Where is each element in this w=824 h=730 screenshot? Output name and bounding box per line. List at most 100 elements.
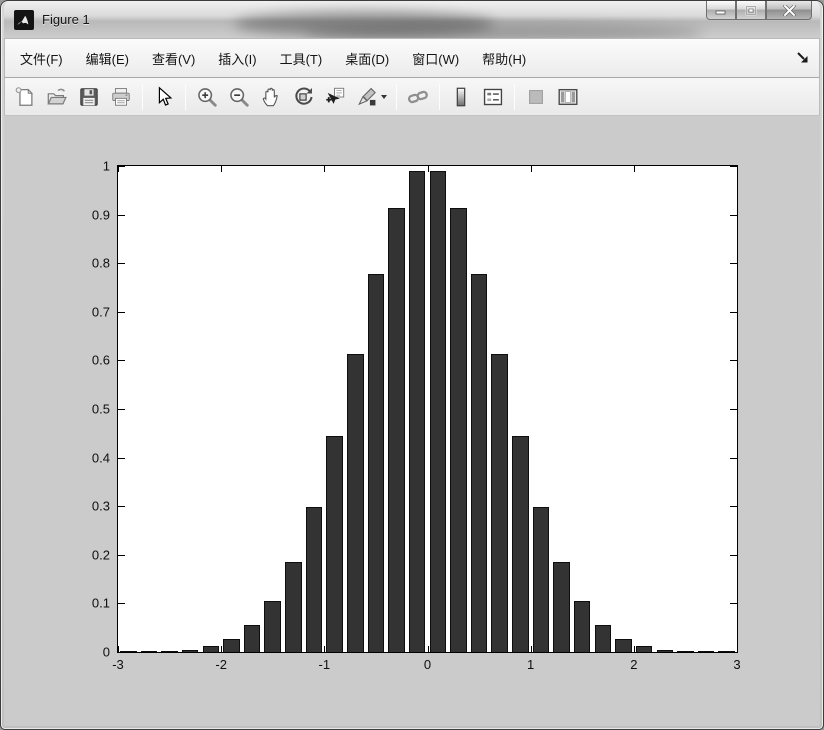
rotate-3d-button[interactable] [288,83,318,111]
bar [223,639,240,652]
bar [203,646,220,652]
x-tick-label: -1 [319,657,331,672]
toolbar-separator [185,84,186,110]
bar [657,650,674,652]
figure-window: Figure 1 文件(F)编辑(E)查看(V)插入(I)工具(T)桌面(D)窗… [0,0,824,730]
bar [368,274,385,652]
y-axis-tick-right [730,555,737,556]
bar [615,639,632,652]
y-axis-tick-right [730,360,737,361]
new-figure-button[interactable] [10,83,40,111]
bar [141,651,158,652]
y-tick-label: 0.4 [92,450,110,465]
y-axis-tick-right [730,458,737,459]
bar [533,507,550,652]
scan-artifact [304,23,704,38]
menu-item-help[interactable]: 帮助(H) [473,44,535,73]
scan-artifact [234,11,494,37]
x-tick-label: 0 [424,657,431,672]
data-cursor-button[interactable] [320,83,350,111]
y-axis-tick-right [730,312,737,313]
toolbar-separator [396,84,397,110]
link-plot-button[interactable] [403,83,433,111]
x-axis-tick [221,646,222,652]
y-axis-tick-right [730,506,737,507]
bar [264,601,281,652]
bar [677,651,694,652]
y-axis-tick [118,360,125,361]
menu-item-tools[interactable]: 工具(T) [271,44,332,73]
colorbar-icon [450,86,472,108]
insert-colorbar-button[interactable] [446,83,476,111]
bar [471,274,488,652]
y-axis-tick-right [730,409,737,410]
axes-plot-area[interactable]: -3-2-1012300.10.20.30.40.50.60.70.80.91 [117,165,738,653]
y-tick-label: 0.1 [92,596,110,611]
toolbar [4,78,820,116]
restore-button[interactable] [736,1,766,20]
show-plot-tools-icon [557,86,579,108]
new-figure-icon [14,86,36,108]
y-axis-tick [118,215,125,216]
y-tick-label: 0.6 [92,353,110,368]
bar [430,171,447,652]
insert-legend-button[interactable] [478,83,508,111]
y-tick-label: 0.9 [92,207,110,222]
save-figure-button[interactable] [74,83,104,111]
x-tick-label: -2 [215,657,227,672]
x-axis-tick-top [324,166,325,172]
y-tick-label: 0.8 [92,256,110,271]
y-axis-tick [118,603,125,604]
menu-item-insert[interactable]: 插入(I) [209,44,265,73]
menu-bar: 文件(F)编辑(E)查看(V)插入(I)工具(T)桌面(D)窗口(W)帮助(H) [4,38,820,78]
bar [244,625,261,652]
bar [326,436,343,652]
pan-button[interactable] [256,83,286,111]
edit-plot-button[interactable] [149,83,179,111]
y-tick-label: 0 [103,645,110,660]
menu-item-view[interactable]: 查看(V) [143,44,204,73]
bar [306,507,323,652]
bar [595,625,612,652]
data-cursor-icon [324,86,346,108]
figure-canvas: -3-2-1012300.10.20.30.40.50.60.70.80.91 [4,116,820,726]
toolbar-separator [439,84,440,110]
window-controls [706,1,812,20]
bar [718,651,735,652]
title-bar[interactable]: Figure 1 [4,1,820,38]
print-icon [110,86,132,108]
zoom-in-button[interactable] [192,83,222,111]
zoom-in-icon [196,86,218,108]
dropdown-caret-icon[interactable] [381,95,387,99]
menu-item-desktop[interactable]: 桌面(D) [336,44,398,73]
window-title: Figure 1 [42,12,90,27]
y-axis-tick-right [730,166,737,167]
y-axis-tick-right [730,215,737,216]
open-file-button[interactable] [42,83,72,111]
print-figure-button[interactable] [106,83,136,111]
menu-item-edit[interactable]: 编辑(E) [77,44,138,73]
menu-item-window[interactable]: 窗口(W) [403,44,468,73]
brush-icon [356,86,378,108]
brush-data-button[interactable] [352,83,390,111]
zoom-out-button[interactable] [224,83,254,111]
legend-icon [482,86,504,108]
x-axis-tick-top [737,166,738,172]
bar [450,208,467,652]
x-tick-label: 2 [630,657,637,672]
y-axis-tick [118,652,125,653]
arrow-cursor-icon [153,86,175,108]
dock-figure-arrow-icon[interactable] [796,51,809,64]
close-button[interactable] [766,1,812,20]
x-tick-label: 1 [527,657,534,672]
y-axis-tick-right [730,603,737,604]
x-tick-label: 3 [733,657,740,672]
minimize-button[interactable] [706,1,736,20]
y-tick-label: 0.5 [92,402,110,417]
show-plot-tools-button[interactable] [553,83,583,111]
y-tick-label: 0.7 [92,304,110,319]
bar [698,651,715,652]
menu-item-file[interactable]: 文件(F) [11,44,72,73]
toolbar-separator [142,84,143,110]
pan-hand-icon [260,86,282,108]
